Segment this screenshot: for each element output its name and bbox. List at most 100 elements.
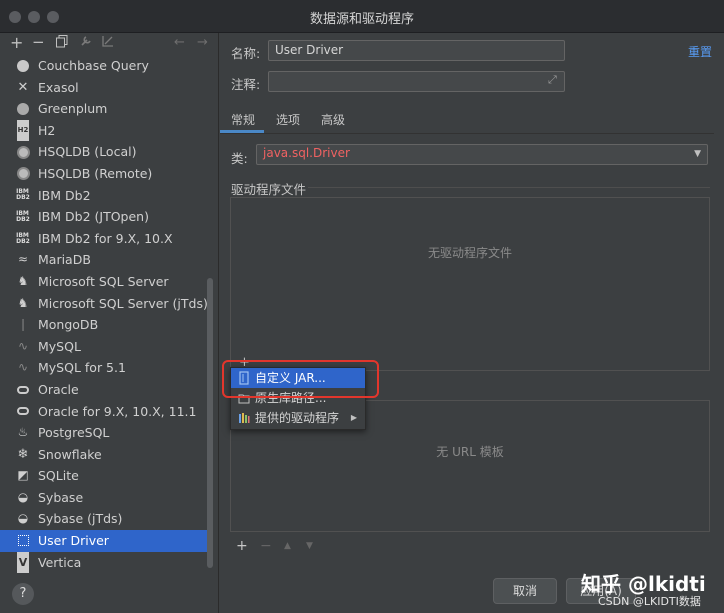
window-title: 数据源和驱动程序 [309,12,414,27]
comment-field[interactable] [268,71,565,92]
sidebar-toolbar: + − ← → [0,33,218,53]
class-select[interactable]: java.sql.Driver ▼ [256,144,708,165]
ibm-db2-icon: IBM DB2 [16,188,30,202]
driver-list-item[interactable]: HSQLDB (Remote) [0,163,208,185]
driver-list-item[interactable]: User Driver [0,530,208,552]
mysql-icon: ∿ [17,338,29,353]
class-value: java.sql.Driver [263,146,350,160]
add-url-button[interactable]: + [236,538,248,554]
drivers-sidebar: + − ← → Couchbase Query ✕ Exasol Greenplum H… [0,33,219,613]
url-toolbar: + − ▲ ▼ [236,538,356,554]
driver-list-item-label: H2 [38,122,56,138]
driver-list-item[interactable]: ❘ MongoDB [0,314,208,336]
forward-arrow-icon[interactable]: → [197,35,208,50]
expand-icon[interactable]: ⤢ [548,73,557,87]
hsqldb-icon [16,167,30,181]
driver-list-item-label: MongoDB [38,317,99,333]
add-driver-button[interactable]: + [10,33,23,52]
driver-list-item[interactable]: Greenplum [0,98,208,120]
driver-list-item[interactable]: IBM DB2 IBM Db2 [0,185,208,207]
driver-list-item[interactable]: ◒ Sybase (jTds) [0,508,208,530]
driver-list-item[interactable]: V Vertica [0,551,208,574]
driver-list: Couchbase Query ✕ Exasol Greenplum H2 H2 HSQLD… [0,55,208,574]
driver-list-item-label: IBM Db2 (JTOpen) [38,209,149,225]
driver-list-item-label: Couchbase Query [38,58,149,73]
tab-advanced[interactable]: 高级 [321,111,345,128]
help-button[interactable]: ? [12,583,34,605]
ibm-db2-icon: IBM DB2 [16,209,30,223]
vertica-icon: V [16,551,30,574]
driver-list-item-label: MySQL for 5.1 [38,360,126,376]
ibm-db2-icon: IBM DB2 [16,231,30,245]
driver-list-item[interactable]: ✕ Exasol [0,77,208,99]
driver-list-item-label: Exasol [38,79,79,95]
driver-list-item[interactable]: ◩ SQLite [0,465,208,487]
menu-item-label: 提供的驱动程序 [255,411,340,425]
driver-list-item-label: MariaDB [38,252,91,268]
driver-list-item[interactable]: ♞ Microsoft SQL Server (jTds) [0,293,208,315]
driver-list-item[interactable]: ∿ MySQL for 5.1 [0,357,208,379]
driver-list-item-label: Sybase (jTds) [38,511,123,527]
move-up-button[interactable]: ▲ [284,541,291,551]
sqlserver-icon: ♞ [17,295,29,310]
driver-list-item[interactable]: HSQLDB (Local) [0,141,208,163]
couchbase-icon [16,59,30,73]
class-label: 类: [231,151,248,166]
driver-list-item-label: HSQLDB (Remote) [38,165,153,181]
comment-label: 注释: [231,77,261,92]
tab-options[interactable]: 选项 [276,111,300,128]
hsqldb-icon [16,145,30,159]
navigate-icon[interactable] [102,35,114,51]
submenu-arrow-icon: ▶ [350,413,357,422]
greenplum-icon [16,102,30,116]
library-icon [238,411,250,425]
reset-link[interactable]: 重置 [688,43,712,60]
tab-general[interactable]: 常规 [231,111,255,128]
sqlserver-icon: ♞ [17,273,29,288]
no-driver-files-text: 无驱动程序文件 [427,246,512,260]
driver-list-item[interactable]: Oracle [0,379,208,401]
name-label: 名称: [231,46,261,61]
no-url-templates-text: 无 URL 模板 [436,445,504,459]
driver-list-item[interactable]: H2 H2 [0,119,208,142]
remove-url-button[interactable]: − [260,538,272,554]
title-bar: 数据源和驱动程序 [0,0,724,33]
driver-files-list[interactable]: 无驱动程序文件 + [230,197,710,371]
driver-list-item-label: Oracle for 9.X, 10.X, 11.1 [38,403,197,419]
driver-files-label: 驱动程序文件 [231,182,307,197]
menu-item-provided-drivers[interactable]: 提供的驱动程序 ▶ [231,408,365,428]
remove-driver-button[interactable]: − [32,33,45,51]
postgresql-icon: ♨ [17,425,29,440]
driver-list-item[interactable]: IBM DB2 IBM Db2 (JTOpen) [0,206,208,228]
highlight-annotation [222,360,379,398]
driver-list-item[interactable]: ♞ Microsoft SQL Server [0,271,208,293]
driver-list-item-label: IBM Db2 for 9.X, 10.X [38,230,173,246]
driver-list-item[interactable]: ◒ Sybase [0,487,208,509]
driver-list-scrollbar[interactable] [207,278,213,568]
driver-list-item-label: IBM Db2 [38,187,91,203]
driver-list-item[interactable]: ❄ Snowflake [0,444,208,466]
driver-list-item-label: Oracle [38,381,79,397]
driver-list-item[interactable]: IBM DB2 IBM Db2 for 9.X, 10.X [0,228,208,250]
driver-list-item[interactable]: ∿ MySQL [0,336,208,358]
cancel-button[interactable]: 取消 [493,578,557,604]
driver-list-item-label: Greenplum [38,101,108,117]
driver-list-item[interactable]: Couchbase Query [0,55,208,77]
driver-list-item-label: Vertica [38,554,82,570]
back-arrow-icon[interactable]: ← [174,35,185,50]
name-field[interactable]: User Driver [268,40,565,61]
driver-list-item[interactable]: Oracle for 9.X, 10.X, 11.1 [0,401,208,423]
driver-list-item-label: Microsoft SQL Server (jTds) [38,295,208,311]
driver-list-item[interactable]: ≈ MariaDB [0,249,208,271]
driver-list-item[interactable]: ♨ PostgreSQL [0,422,208,444]
driver-list-item-label: Microsoft SQL Server [38,273,169,289]
driver-list-item-label: SQLite [38,468,79,484]
chevron-down-icon: ▼ [694,149,701,159]
duplicate-icon[interactable] [56,35,68,52]
watermark-csdn: CSDN @LKIDTI数据 [598,595,701,608]
wrench-icon[interactable] [80,35,92,51]
move-down-button[interactable]: ▼ [306,541,313,551]
oracle-icon [16,383,30,397]
mongodb-icon: ❘ [17,317,29,332]
h2-icon: H2 [16,119,30,142]
